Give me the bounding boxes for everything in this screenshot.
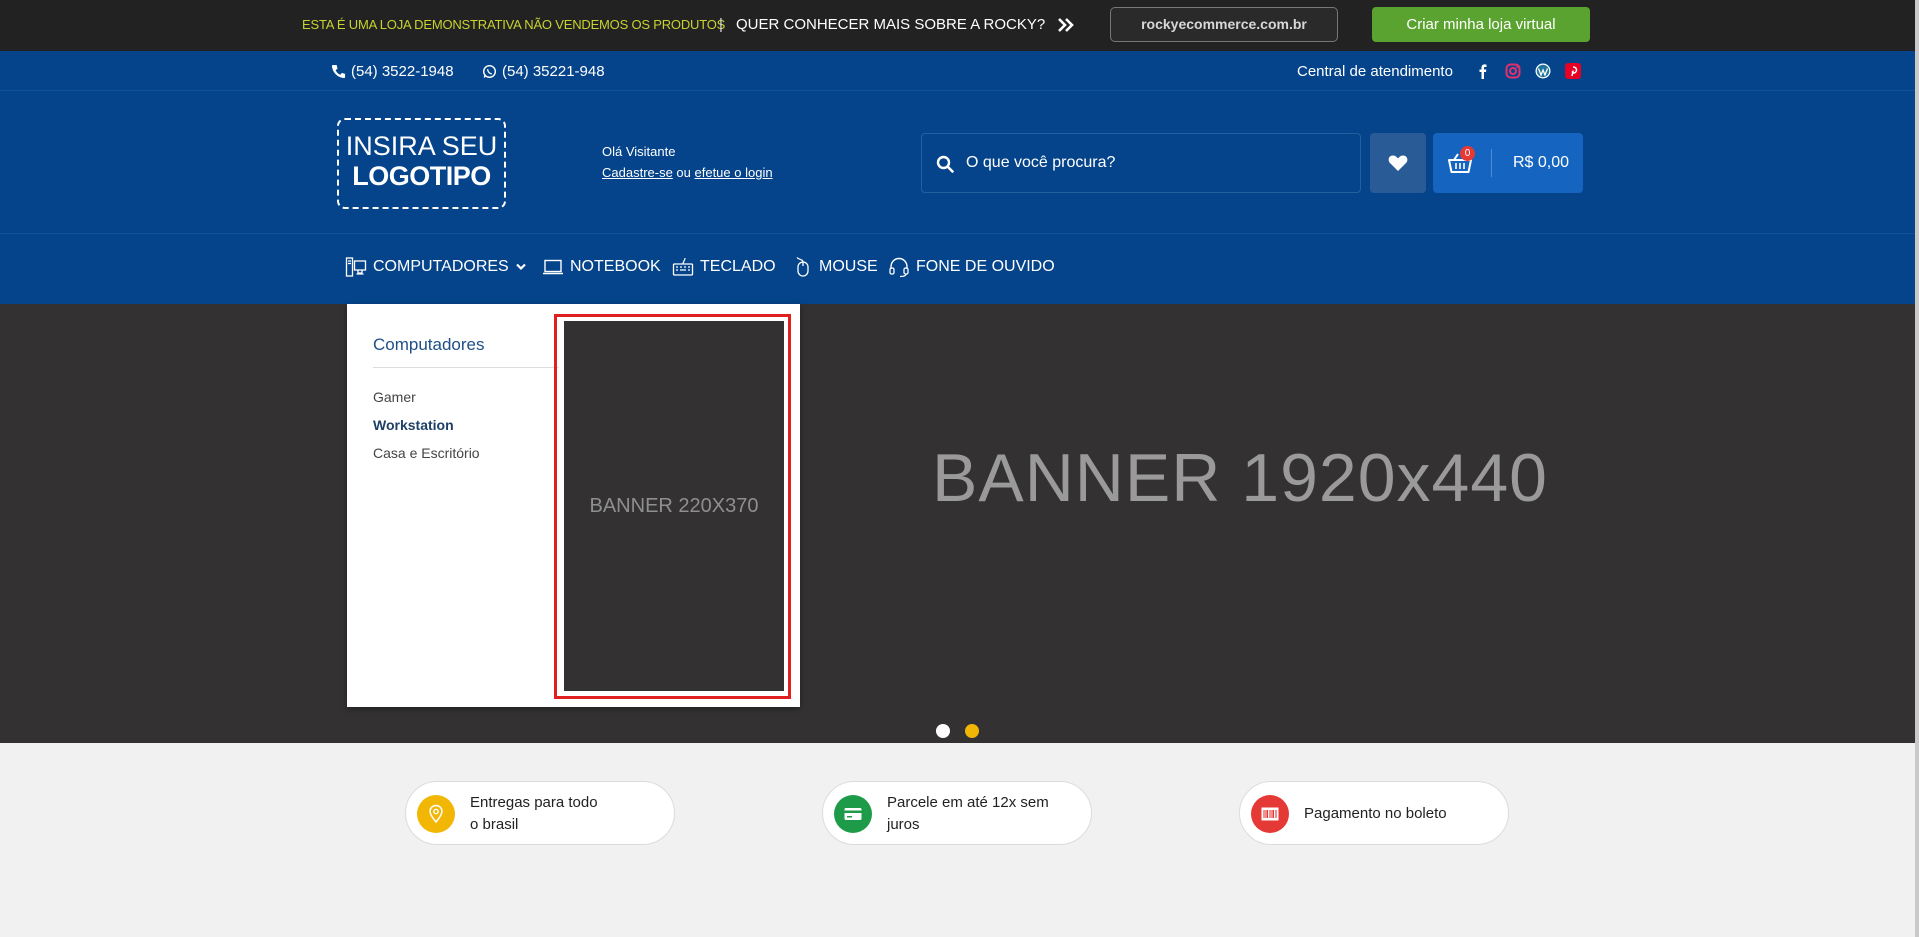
category-nav: COMPUTADORES NOTEBOOK TECLADO MOUSE FONE… — [0, 233, 1915, 304]
feature-text-line-2: o brasil — [470, 816, 519, 833]
pinterest-icon[interactable] — [1565, 63, 1581, 79]
dropdown-banner-highlight: BANNER 220X370 — [554, 314, 791, 699]
nav-item-computadores[interactable]: COMPUTADORES — [345, 256, 527, 278]
search-icon[interactable] — [936, 155, 954, 173]
headphones-icon — [889, 257, 909, 278]
phone-number: (54) 3522-1948 — [351, 63, 454, 80]
cart-button[interactable]: 0 R$ 0,00 — [1433, 133, 1583, 193]
feature-icon-circle — [1251, 795, 1289, 833]
site-header: (54) 3522-1948 (54) 35221-948 Central de… — [0, 51, 1915, 304]
dropdown-item-casa-e-escritorio[interactable]: Casa e Escritório — [373, 445, 480, 461]
feature-text: Parcele em até 12x sem juros — [887, 792, 1049, 836]
hero-banner[interactable]: BANNER 1920x440 — [0, 304, 1915, 743]
nav-label: FONE DE OUVIDO — [916, 258, 1055, 275]
promo-separator: | — [719, 16, 723, 33]
register-link[interactable]: Cadastre-se — [602, 165, 673, 180]
hero-banner-text: BANNER 1920x440 — [931, 440, 1548, 516]
feature-icon-circle — [834, 795, 872, 833]
contact-row: (54) 3522-1948 (54) 35221-948 Central de… — [0, 51, 1915, 91]
chevron-down-icon — [515, 263, 526, 271]
wordpress-icon[interactable] — [1535, 63, 1551, 79]
dropdown-title[interactable]: Computadores — [373, 335, 485, 355]
search-bar — [921, 133, 1361, 193]
login-line: Cadastre-se ou efetue o login — [602, 165, 773, 180]
whatsapp-number: (54) 35221-948 — [502, 63, 605, 80]
category-dropdown: Computadores Gamer Workstation Casa e Es… — [347, 304, 800, 707]
site-link-button[interactable]: rockyecommerce.com.br — [1110, 7, 1338, 42]
feature-text-line-2: juros — [887, 816, 920, 833]
credit-card-icon — [844, 808, 862, 820]
promo-question: QUER CONHECER MAIS SOBRE A ROCKY? — [736, 16, 1046, 33]
nav-label: COMPUTADORES — [373, 258, 509, 275]
keyboard-icon — [672, 257, 694, 276]
feature-text-line-1: Pagamento no boleto — [1304, 805, 1447, 822]
promo-bar: ESTA É UMA LOJA DEMONSTRATIVA NÃO VENDEM… — [0, 0, 1919, 51]
nav-label: MOUSE — [819, 258, 878, 275]
barcode-icon — [1261, 807, 1279, 821]
feature-delivery: Entregas para todo o brasil — [405, 781, 675, 845]
wishlist-button[interactable] — [1370, 133, 1426, 193]
heart-icon — [1388, 155, 1408, 171]
feature-installments: Parcele em até 12x sem juros — [822, 781, 1092, 845]
customer-service-link[interactable]: Central de atendimento — [1297, 63, 1453, 80]
feature-icon-circle — [417, 795, 455, 833]
page-scrollbar[interactable] — [1915, 0, 1919, 937]
search-input[interactable] — [966, 134, 1346, 192]
logo-line-2: LOGOTIPO — [352, 161, 491, 191]
nav-item-notebook[interactable]: NOTEBOOK — [542, 256, 661, 278]
or-text: ou — [672, 165, 695, 180]
logo-line-1: INSIRA SEU — [345, 131, 498, 161]
login-link[interactable]: efetue o login — [695, 165, 773, 180]
whatsapp-icon — [482, 64, 497, 79]
feature-text: Entregas para todo o brasil — [470, 792, 598, 836]
slider-dot-1[interactable] — [936, 724, 950, 738]
instagram-icon[interactable] — [1505, 63, 1521, 79]
store-logo[interactable]: INSIRA SEU LOGOTIPO — [337, 118, 506, 209]
feature-text: Pagamento no boleto — [1304, 803, 1447, 825]
slider-dot-2[interactable] — [965, 724, 979, 738]
computer-icon — [345, 257, 367, 277]
phone-icon — [331, 64, 346, 79]
create-store-button[interactable]: Criar minha loja virtual — [1372, 7, 1590, 42]
facebook-icon[interactable] — [1475, 63, 1491, 79]
dropdown-item-workstation[interactable]: Workstation — [373, 417, 454, 433]
nav-item-mouse[interactable]: MOUSE — [791, 256, 878, 278]
whatsapp-contact[interactable]: (54) 35221-948 — [482, 63, 605, 80]
feature-boleto: Pagamento no boleto — [1239, 781, 1509, 845]
nav-label: TECLADO — [700, 258, 776, 275]
nav-item-teclado[interactable]: TECLADO — [672, 256, 776, 278]
dropdown-banner[interactable]: BANNER 220X370 — [564, 321, 784, 691]
cart-total: R$ 0,00 — [1513, 154, 1570, 171]
dropdown-divider — [373, 367, 559, 368]
demo-notice: ESTA É UMA LOJA DEMONSTRATIVA NÃO VENDEM… — [302, 17, 726, 32]
nav-item-fone-de-ouvido[interactable]: FONE DE OUVIDO — [888, 256, 1055, 278]
double-chevron-right-icon[interactable] — [1055, 13, 1077, 37]
notebook-icon — [543, 259, 563, 275]
cart-divider — [1491, 149, 1492, 177]
feature-text-line-1: Entregas para todo — [470, 794, 598, 811]
dropdown-item-gamer[interactable]: Gamer — [373, 389, 416, 405]
mouse-icon — [796, 257, 809, 277]
nav-label: NOTEBOOK — [570, 258, 661, 275]
map-pin-icon — [429, 804, 443, 824]
cart-count-badge: 0 — [1460, 146, 1475, 161]
feature-text-line-1: Parcele em até 12x sem — [887, 794, 1049, 811]
user-greeting: Olá Visitante — [602, 144, 676, 159]
phone-contact[interactable]: (54) 3522-1948 — [331, 63, 454, 80]
